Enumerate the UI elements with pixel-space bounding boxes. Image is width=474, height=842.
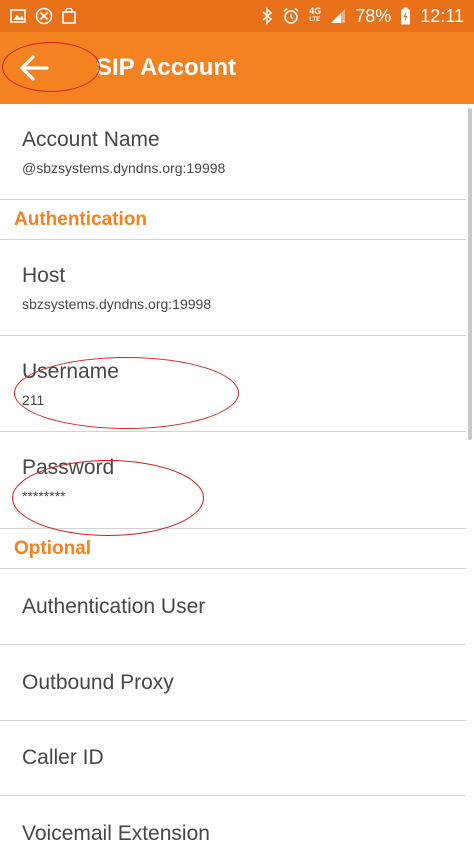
battery-percent: 78% [355,5,392,26]
network-type-bottom: LTE [309,17,321,23]
status-left [10,7,76,25]
blocked-notification-icon [35,7,53,25]
shopping-bag-icon [62,8,76,24]
bluetooth-icon [261,7,273,25]
scrollbar[interactable] [468,108,472,440]
username-item[interactable]: Username 211 [0,336,466,432]
host-value: sbzsystems.dyndns.org:19998 [22,295,212,312]
page-title: SIP Account [96,54,237,81]
authentication-user-item[interactable]: Authentication User [0,569,466,645]
password-value: ******** [22,488,66,504]
section-authentication-header: Authentication [0,200,466,240]
outbound-proxy-item[interactable]: Outbound Proxy [0,645,466,721]
username-value: 211 [22,391,45,408]
username-label: Username [22,359,119,383]
signal-strength-icon [330,8,346,24]
password-item[interactable]: Password ******** [0,432,466,529]
battery-charging-icon [400,7,411,25]
caller-id-item[interactable]: Caller ID [0,721,466,796]
screen: 4G LTE 78% 12:11 SIP Account Account Nam… [0,0,474,842]
account-name-label: Account Name [22,127,160,151]
status-right: 4G LTE 78% 12:11 [261,6,464,27]
app-bar: SIP Account [0,32,474,104]
arrow-left-icon [20,55,49,81]
caller-id-label: Caller ID [22,746,104,769]
account-name-value: @sbzsystems.dyndns.org:19998 [22,159,226,176]
settings-list: Account Name @sbzsystems.dyndns.org:1999… [0,104,466,842]
authentication-user-label: Authentication User [22,594,206,618]
password-label: Password [22,456,115,479]
network-type-indicator: 4G LTE [309,7,321,25]
host-label: Host [22,263,66,287]
section-optional-header: Optional [0,529,466,569]
back-button[interactable] [14,48,54,88]
clock: 12:11 [420,5,464,26]
status-bar: 4G LTE 78% 12:11 [0,0,474,32]
host-item[interactable]: Host sbzsystems.dyndns.org:19998 [0,240,466,336]
network-type-top: 4G [309,6,322,16]
account-name-item[interactable]: Account Name @sbzsystems.dyndns.org:1999… [0,104,466,200]
alarm-icon [282,7,300,25]
image-notification-icon [10,9,26,23]
voicemail-extension-item[interactable]: Voicemail Extension [0,796,466,842]
voicemail-extension-label: Voicemail Extension [22,822,210,842]
outbound-proxy-label: Outbound Proxy [22,670,174,694]
